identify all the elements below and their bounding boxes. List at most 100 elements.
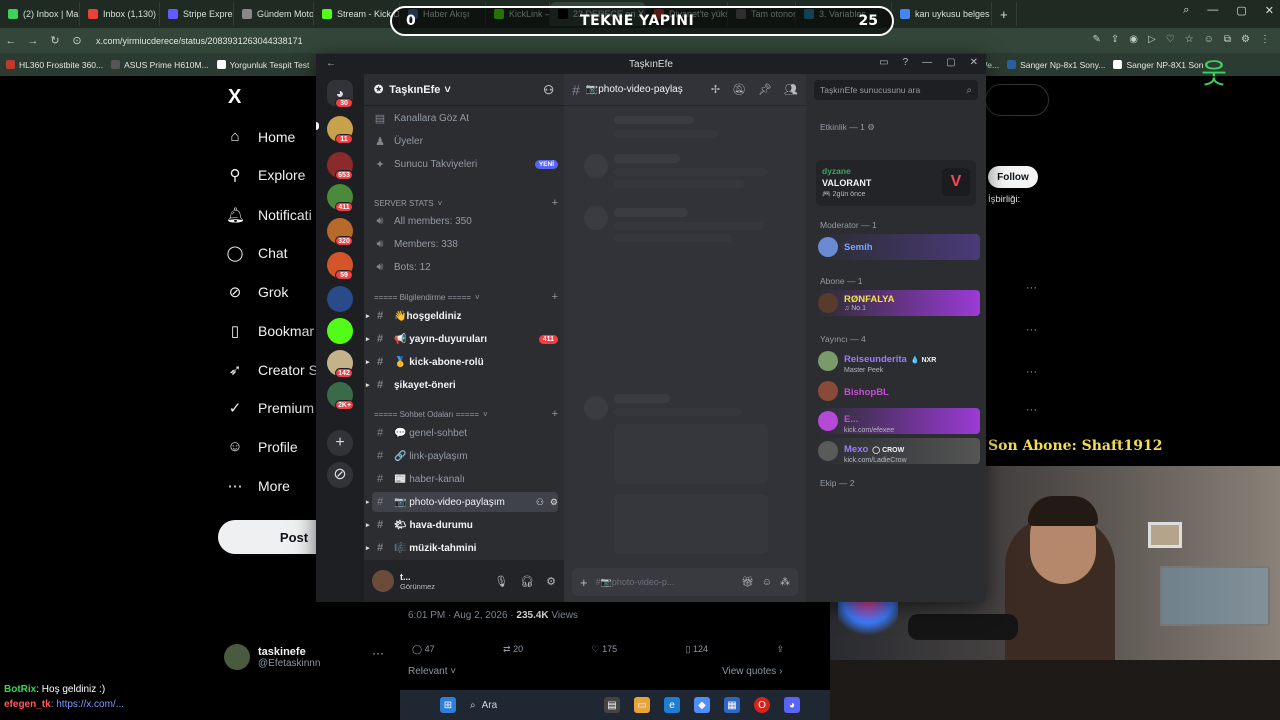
activity-card[interactable]: dyzane VALORANT 🎮 2gün önce V bbox=[816, 160, 976, 206]
gear-icon[interactable]: ⚙ bbox=[546, 575, 556, 588]
x-nav-person[interactable]: ☺ Profile bbox=[226, 438, 297, 455]
site-info-icon[interactable]: ⊙ bbox=[66, 34, 88, 47]
server-icon[interactable] bbox=[327, 286, 353, 312]
x-nav-verified[interactable]: ✓ Premium bbox=[226, 399, 314, 417]
add-channel-icon[interactable]: + bbox=[552, 197, 558, 209]
reload-icon[interactable]: ↻ bbox=[44, 34, 66, 47]
close-icon[interactable]: ✕ bbox=[970, 57, 978, 68]
windows-start-icon[interactable]: ⊞ bbox=[440, 697, 456, 713]
channel-item[interactable]: 🔊︎ Members: 338 bbox=[372, 234, 558, 254]
gift-icon[interactable]: 🎁︎ bbox=[741, 577, 754, 588]
account-switcher[interactable]: taskinefe @Efetaskinnn ··· bbox=[224, 644, 384, 670]
x-nav-search[interactable]: ⚲ Explore bbox=[226, 166, 306, 184]
x-nav-chat[interactable]: ◯ Chat bbox=[226, 244, 288, 262]
edit-icon[interactable]: ✎ bbox=[1093, 34, 1101, 45]
channel-item[interactable]: 🔊︎ Bots: 12 bbox=[372, 257, 558, 277]
play-icon[interactable]: ▷ bbox=[1148, 34, 1156, 45]
file-explorer-icon[interactable]: ▭ bbox=[634, 697, 650, 713]
minimize-icon[interactable]: — bbox=[922, 57, 932, 68]
add-channel-icon[interactable]: + bbox=[552, 291, 558, 303]
member-item[interactable]: Mexo ◯ CROW kick.com/LadieCrow bbox=[818, 438, 980, 464]
browser-tab[interactable]: Stripe Express bbox=[160, 2, 234, 26]
profile-icon[interactable]: ☺ bbox=[1204, 34, 1214, 45]
member-item[interactable]: Reiseunderita 💧 NXR Master Peek bbox=[818, 348, 980, 374]
right-search-box[interactable] bbox=[985, 84, 1049, 116]
member-item[interactable]: E... kick.com/efexee bbox=[818, 408, 980, 434]
channel-item[interactable]: # 🥇 kick-abone-rolü ▸ bbox=[366, 352, 558, 372]
server-search-input[interactable]: TaşkınEfe sunucusunu ara ⌕ bbox=[814, 80, 978, 100]
forward-icon[interactable]: → bbox=[22, 35, 44, 47]
avatar[interactable] bbox=[372, 570, 394, 592]
bookmark-item[interactable]: HL360 Frostbite 360... bbox=[6, 60, 103, 70]
channel-item[interactable]: # 🔗 link-paylaşım bbox=[372, 446, 558, 466]
headphones-icon[interactable]: 🎧︎ bbox=[520, 575, 534, 588]
add-server-icon[interactable]: + bbox=[327, 430, 353, 456]
x-nav-rocket[interactable]: ➶ Creator S bbox=[226, 361, 318, 379]
server-header[interactable]: ✪ TaşkınEfe ˅ ⚇ bbox=[364, 74, 564, 106]
x-nav-grok[interactable]: ⊘ Grok bbox=[226, 283, 289, 301]
browser-tab[interactable]: Stream - Kick Dash bbox=[314, 2, 400, 26]
invite-icon[interactable]: ⚇ bbox=[536, 497, 544, 508]
more-icon[interactable]: ··· bbox=[1026, 404, 1037, 416]
like-button[interactable]: ♡ 175 bbox=[592, 644, 618, 655]
sort-dropdown[interactable]: Relevant ˅ bbox=[408, 666, 456, 677]
x-logo-icon[interactable]: X bbox=[228, 86, 241, 109]
maximize-icon[interactable]: ▢ bbox=[946, 57, 955, 68]
inbox-icon[interactable]: ▭ bbox=[879, 57, 888, 68]
bookmark-item[interactable]: ASUS Prime H610M... bbox=[111, 60, 209, 70]
heart-icon[interactable]: ♡ bbox=[1166, 34, 1175, 45]
back-icon[interactable]: ← bbox=[326, 58, 336, 69]
bookmark-item[interactable]: Yorgunluk Tespit Test bbox=[216, 60, 309, 70]
new-tab-button[interactable]: + bbox=[992, 2, 1017, 26]
browser-tab[interactable]: kan uykusu belges bbox=[892, 2, 992, 26]
channel-item[interactable]: # 📰 haber-kanalı bbox=[372, 469, 558, 489]
menu-icon[interactable]: ⋮ bbox=[1260, 34, 1270, 45]
member-item[interactable]: BishopBL bbox=[818, 378, 980, 404]
help-icon[interactable]: ? bbox=[903, 57, 909, 68]
star-icon[interactable]: ☆ bbox=[1185, 34, 1194, 45]
server-icon[interactable] bbox=[327, 318, 353, 344]
browser-tab[interactable]: (2) Inbox | Mail | SC bbox=[0, 2, 80, 26]
repost-button[interactable]: ⇄ 20 bbox=[503, 644, 523, 655]
channel-item[interactable]: ♟ Üyeler bbox=[372, 131, 558, 151]
more-icon[interactable]: ··· bbox=[1026, 324, 1037, 336]
camera-icon[interactable]: ◉ bbox=[1129, 34, 1138, 45]
more-icon[interactable]: ··· bbox=[372, 646, 384, 660]
more-icon[interactable]: ··· bbox=[1026, 366, 1037, 378]
channel-item[interactable]: # 🌤 hava-durumu ▸ bbox=[366, 515, 558, 535]
opera-icon[interactable]: O bbox=[754, 697, 770, 713]
browser-tab[interactable]: Gündem Motoru bbox=[234, 2, 314, 26]
category-sohbet[interactable]: ===== Sohbet Odaları ===== ˅ + bbox=[374, 407, 558, 421]
view-quotes-link[interactable]: View quotes › bbox=[722, 666, 782, 677]
channel-item[interactable]: 🔊︎ All members: 350 bbox=[372, 211, 558, 231]
taskbar-search[interactable]: ⌕ Ara bbox=[470, 700, 590, 711]
follow-button[interactable]: Follow bbox=[988, 166, 1038, 188]
task-view-icon[interactable]: ▤ bbox=[604, 697, 620, 713]
extensions-icon[interactable]: ⧉ bbox=[1224, 34, 1231, 45]
app-icon[interactable]: ▦ bbox=[724, 697, 740, 713]
close-icon[interactable]: ✕ bbox=[1265, 4, 1274, 17]
discover-icon[interactable]: ⊘ bbox=[327, 462, 353, 488]
member-item[interactable]: Semih bbox=[818, 234, 980, 260]
search-tabs-icon[interactable]: ⌕ bbox=[1183, 4, 1189, 17]
message-input[interactable]: + #📷photo-video-p... 🎁︎ ☺ ⁂ bbox=[572, 568, 798, 596]
mute-icon[interactable]: 🔕︎ bbox=[732, 83, 746, 96]
browser-tab[interactable]: Inbox (1,130) - kick bbox=[80, 2, 160, 26]
channel-item[interactable]: # şikayet-öneri ▸ bbox=[366, 375, 558, 395]
category-bilgilendirme[interactable]: ===== Bilgilendirme ===== ˅ + bbox=[374, 290, 558, 304]
channel-item[interactable]: ▤ Kanallara Göz At bbox=[372, 108, 558, 128]
channel-item[interactable]: # 👋hoşgeldiniz ▸ bbox=[366, 306, 558, 326]
bookmark-item[interactable]: Sanger NP-8X1 Son bbox=[1113, 60, 1203, 70]
bookmark-item[interactable]: Sanger Np-8x1 Sony... bbox=[1007, 60, 1105, 70]
apps-icon[interactable]: ⁂ bbox=[780, 577, 790, 588]
emoji-icon[interactable]: ☺ bbox=[762, 577, 772, 588]
edge-icon[interactable]: e bbox=[664, 697, 680, 713]
x-nav-home[interactable]: ⌂ Home bbox=[226, 128, 295, 145]
invite-icon[interactable]: ⚇ bbox=[543, 83, 554, 97]
settings-icon[interactable]: ⚙ bbox=[1241, 34, 1250, 45]
channel-item[interactable]: # 🎼 müzik-tahmini ▸ bbox=[366, 538, 558, 558]
url-field[interactable]: x.com/yirmiucderece/status/2083931263044… bbox=[96, 36, 303, 46]
bookmark-button[interactable]: ▯ 124 bbox=[686, 644, 708, 655]
reply-button[interactable]: ◯ 47 bbox=[412, 644, 435, 655]
threads-icon[interactable]: ✢ bbox=[711, 83, 720, 96]
